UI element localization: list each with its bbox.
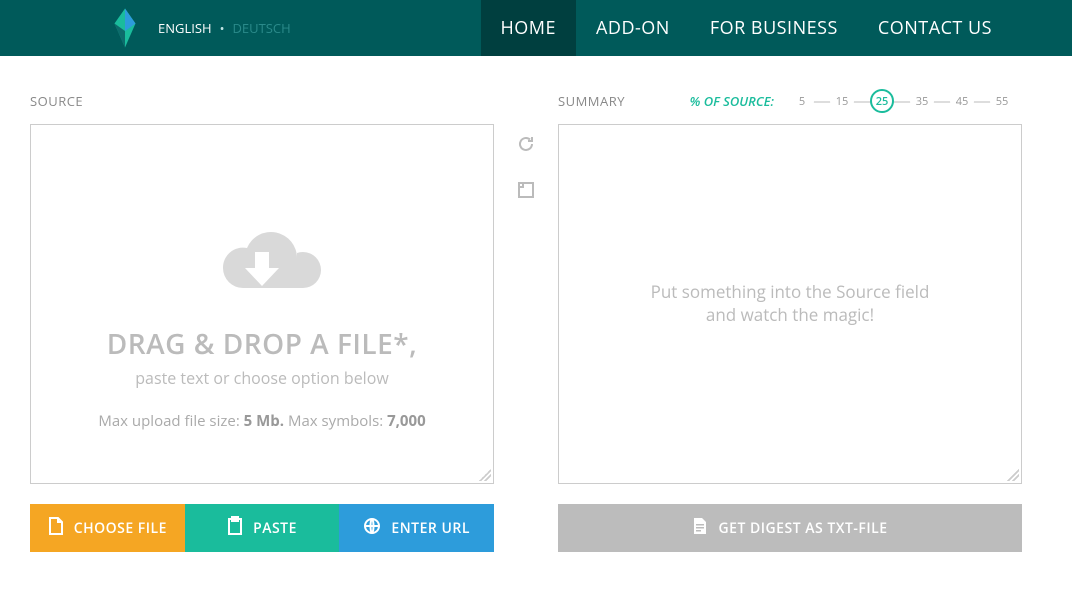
nav-contact[interactable]: CONTACT US <box>858 0 1012 56</box>
slider-track <box>794 101 1010 103</box>
source-dropzone[interactable]: DRAG & DROP A FILE*, paste text or choos… <box>30 124 494 484</box>
percent-of-source-label: % OF SOURCE: <box>690 92 774 110</box>
download-file-icon <box>692 516 708 541</box>
file-icon <box>48 516 64 541</box>
source-label: SOURCE <box>30 92 83 110</box>
lang-deutsch[interactable]: DEUTSCH <box>232 19 290 37</box>
summary-column: SUMMARY % OF SOURCE: 5 15 25 35 45 55 Pu… <box>558 86 1022 552</box>
enter-url-label: ENTER URL <box>391 519 470 538</box>
refresh-icon[interactable] <box>516 134 536 159</box>
nav-addon[interactable]: ADD-ON <box>576 0 690 56</box>
slider-option-55[interactable]: 55 <box>990 89 1014 113</box>
lang-english[interactable]: ENGLISH <box>158 19 212 37</box>
nav-business[interactable]: FOR BUSINESS <box>690 0 858 56</box>
summary-placeholder: Put something into the Source field and … <box>651 281 930 327</box>
paste-label: PASTE <box>253 519 297 538</box>
slider-option-45[interactable]: 45 <box>950 89 974 113</box>
upload-limits: Max upload file size: 5 Mb. Max symbols:… <box>98 411 425 431</box>
language-switch: ENGLISH • DEUTSCH <box>158 19 291 37</box>
slider-option-25[interactable]: 25 <box>870 89 894 113</box>
drop-subtitle: paste text or choose option below <box>135 367 388 389</box>
slider-option-5[interactable]: 5 <box>790 89 814 113</box>
cloud-download-icon <box>197 220 327 305</box>
summary-buttons: GET DIGEST AS TXT-FILE <box>558 504 1022 552</box>
slider-option-35[interactable]: 35 <box>910 89 934 113</box>
copy-icon[interactable] <box>517 181 535 204</box>
percent-slider[interactable]: 5 15 25 35 45 55 <box>782 89 1022 113</box>
choose-file-label: CHOOSE FILE <box>74 519 167 538</box>
header: ENGLISH • DEUTSCH HOME ADD-ON FOR BUSINE… <box>0 0 1072 56</box>
main-content: SOURCE DRAG & DROP A FILE*, paste text o… <box>0 56 1072 582</box>
middle-tools <box>510 86 542 552</box>
source-buttons: CHOOSE FILE PASTE ENTER URL <box>30 504 494 552</box>
nav-home[interactable]: HOME <box>481 0 576 56</box>
download-txt-button[interactable]: GET DIGEST AS TXT-FILE <box>558 504 1022 552</box>
lang-separator: • <box>220 19 225 37</box>
enter-url-button[interactable]: ENTER URL <box>339 504 494 552</box>
source-column: SOURCE DRAG & DROP A FILE*, paste text o… <box>30 86 494 552</box>
drop-title: DRAG & DROP A FILE*, <box>107 325 417 363</box>
summary-label: SUMMARY <box>558 92 625 110</box>
main-nav: HOME ADD-ON FOR BUSINESS CONTACT US <box>481 0 1012 56</box>
paste-button[interactable]: PASTE <box>185 504 340 552</box>
choose-file-button[interactable]: CHOOSE FILE <box>30 504 185 552</box>
summary-output[interactable]: Put something into the Source field and … <box>558 124 1022 484</box>
clipboard-icon <box>227 516 243 541</box>
logo[interactable] <box>110 0 140 56</box>
slider-option-15[interactable]: 15 <box>830 89 854 113</box>
download-txt-label: GET DIGEST AS TXT-FILE <box>718 519 887 538</box>
globe-icon <box>363 517 381 540</box>
